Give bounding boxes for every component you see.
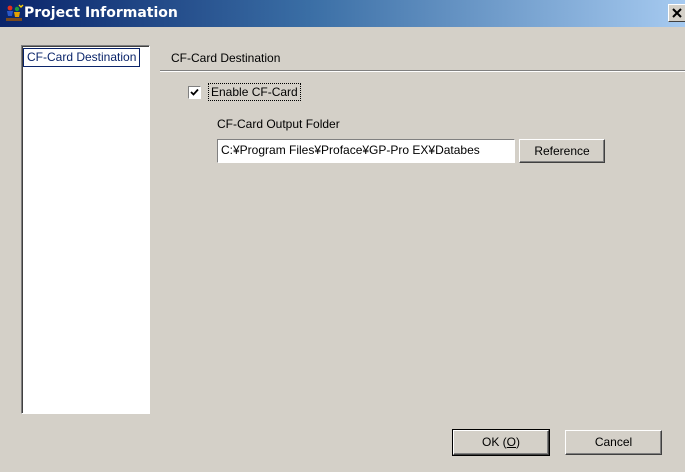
cancel-button-label: Cancel <box>594 435 633 449</box>
reference-button[interactable]: Reference <box>519 139 605 163</box>
category-list[interactable]: CF-Card Destination <box>21 45 150 414</box>
reference-button-label: Reference <box>534 144 590 158</box>
ok-button[interactable]: OK (O) <box>452 429 550 456</box>
check-mark-icon <box>190 88 199 96</box>
cancel-button[interactable]: Cancel <box>565 430 662 455</box>
ok-mnemonic: O <box>506 435 516 449</box>
project-information-dialog: Project Information CF-Card Destination … <box>0 0 685 472</box>
section-divider <box>160 70 685 72</box>
enable-cf-card-label[interactable]: Enable CF-Card <box>208 83 301 101</box>
output-folder-input[interactable]: C:¥Program Files¥Proface¥GP-Pro EX¥Datab… <box>217 139 515 163</box>
window-title: Project Information <box>24 5 178 21</box>
enable-cf-card-checkbox[interactable] <box>188 86 201 99</box>
ok-button-label: OK (O) <box>481 435 520 449</box>
output-folder-label: CF-Card Output Folder <box>217 117 340 131</box>
title-bar[interactable]: Project Information <box>0 0 685 27</box>
close-button[interactable] <box>668 4 685 22</box>
project-app-icon <box>4 4 24 23</box>
close-icon <box>672 8 682 18</box>
nav-item-cf-card-destination[interactable]: CF-Card Destination <box>23 48 141 67</box>
section-title: CF-Card Destination <box>171 51 281 65</box>
